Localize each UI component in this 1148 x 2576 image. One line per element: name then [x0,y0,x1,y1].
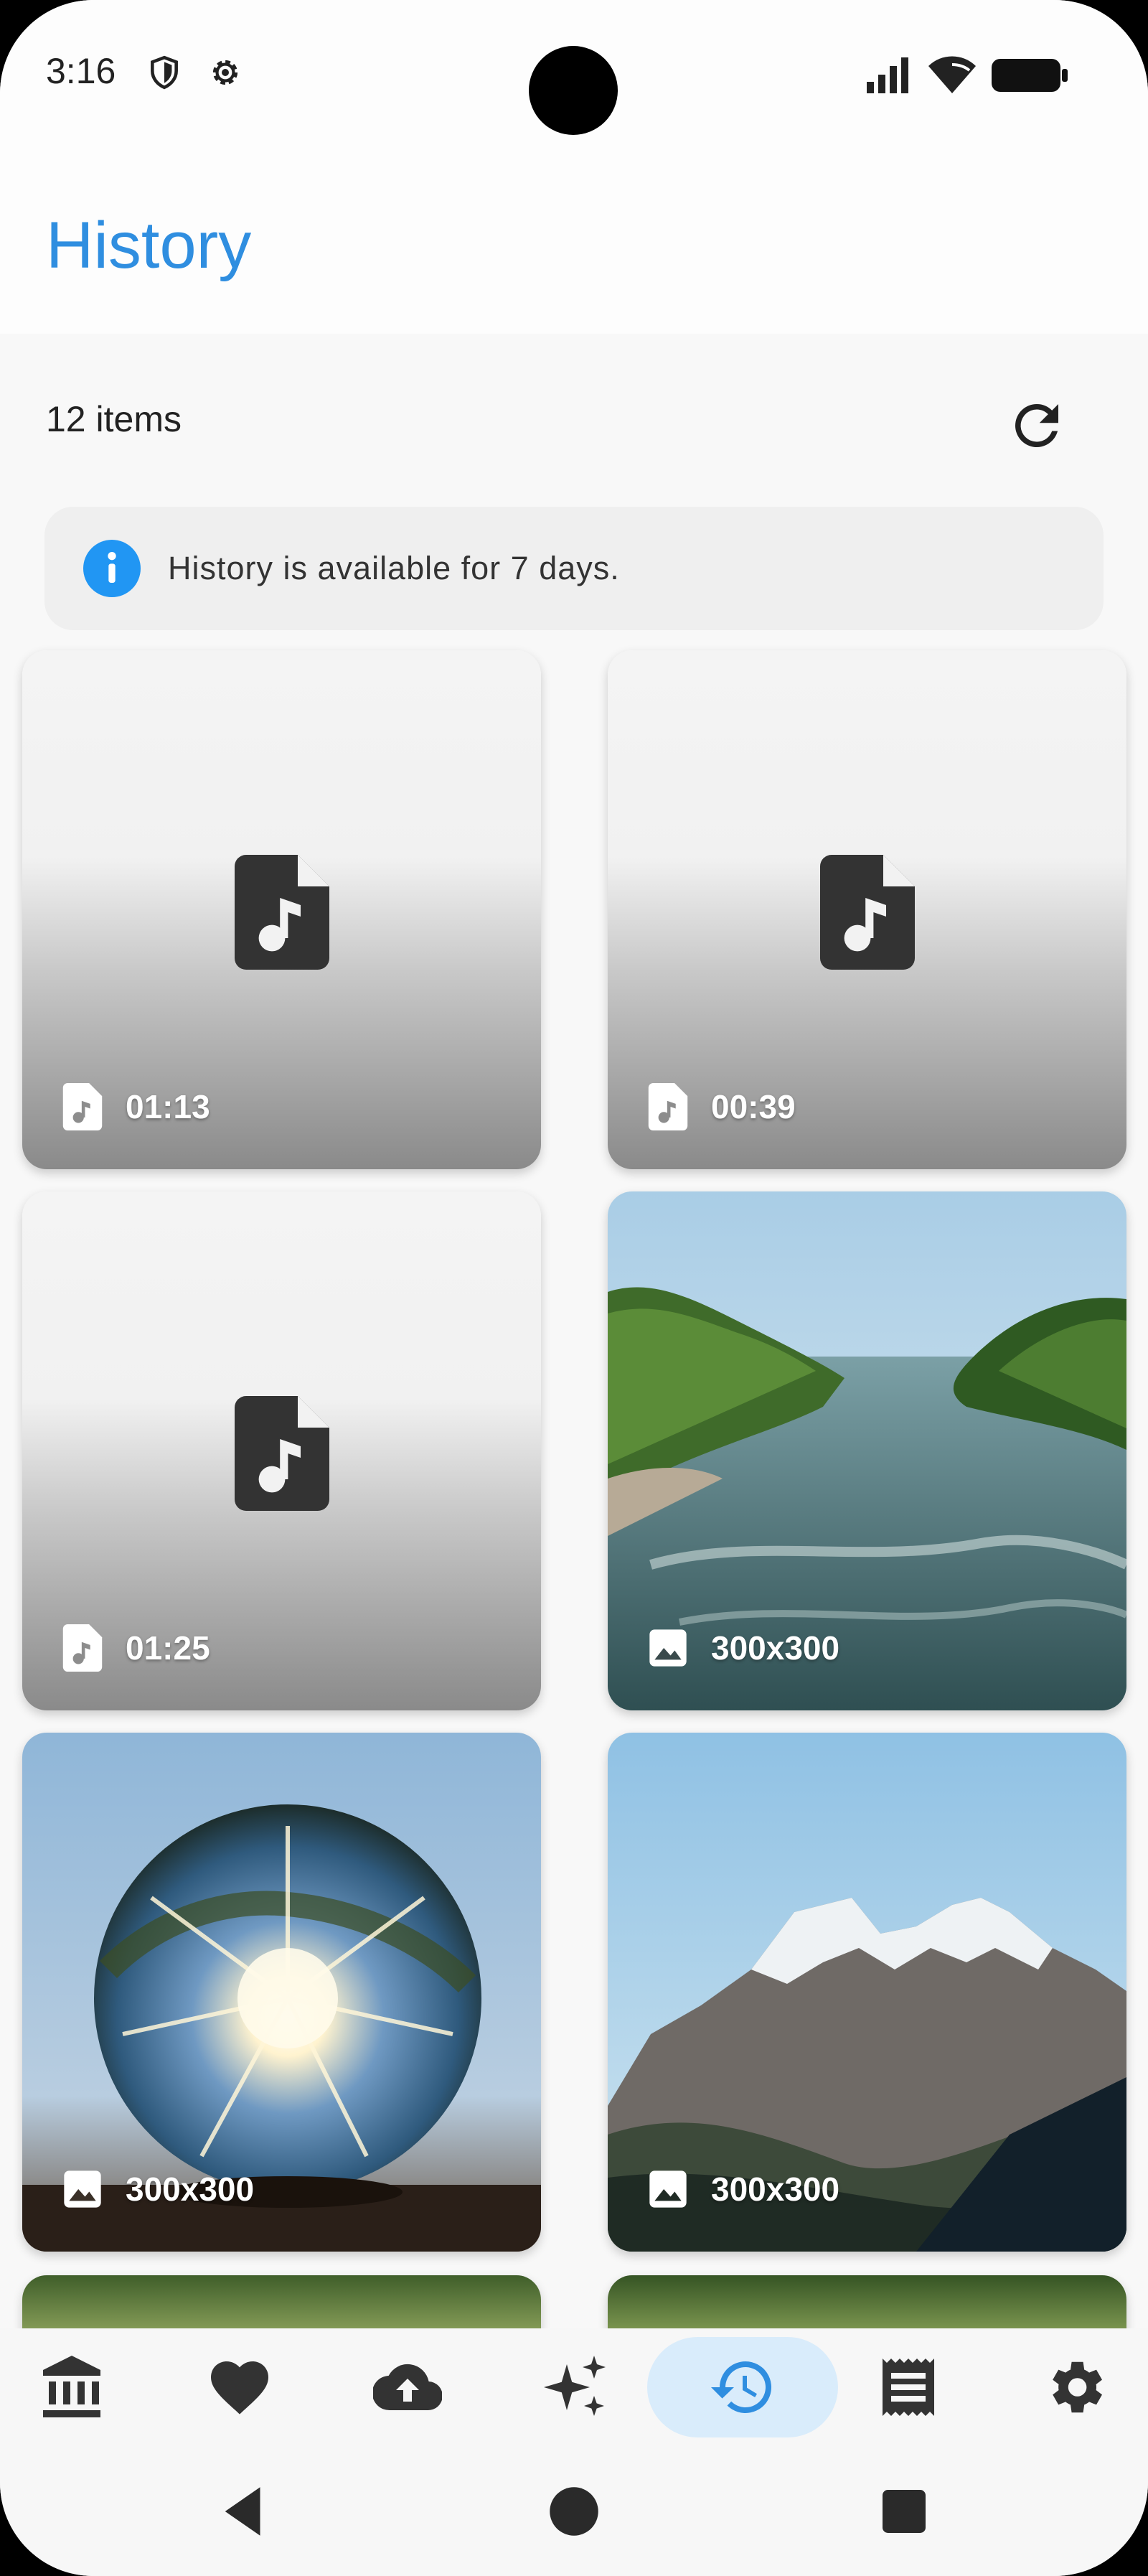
nav-favorites[interactable] [193,2344,286,2430]
item-meta: 01:25 [62,1623,210,1673]
nav-upload[interactable] [361,2344,454,2430]
audio-file-icon [62,1083,103,1130]
history-item-audio[interactable]: 00:39 [608,650,1126,1169]
nav-settings[interactable] [1028,2344,1121,2430]
item-duration: 01:13 [126,1088,210,1125]
history-item-image[interactable]: 300x300 [608,1191,1126,1710]
info-icon [83,540,141,597]
screen: 3:16 History 12 items History is availab… [0,0,1148,2576]
item-meta: 00:39 [648,1082,796,1132]
item-meta: 300x300 [62,2164,254,2214]
banner-text: History is available for 7 days. [168,550,620,586]
image-icon [649,2170,687,2208]
nav-bank[interactable] [25,2344,118,2430]
wifi-icon [928,56,976,93]
cloud-upload-icon [373,2364,442,2411]
item-dimensions: 300x300 [711,1629,840,1667]
item-meta: 300x300 [648,2164,839,2214]
recents-icon[interactable] [872,2479,936,2544]
battery-icon [992,59,1068,92]
history-item-audio[interactable]: 01:25 [22,1191,541,1710]
item-meta: 01:13 [62,1082,210,1132]
gear-icon [212,60,238,85]
audio-file-icon [820,855,915,970]
settings-icon [1053,2361,1102,2413]
info-banner: History is available for 7 days. [44,507,1104,630]
signal-icon [867,57,908,93]
page-title: History [46,209,252,282]
image-icon [64,2170,101,2208]
back-icon[interactable] [212,2479,276,2544]
status-bar: 3:16 [0,0,1148,151]
history-item-image[interactable]: 300x300 [22,1733,541,2252]
item-duration: 01:25 [126,1629,210,1667]
nav-history[interactable] [696,2344,789,2430]
app-bar: History [0,151,1148,334]
nav-receipts[interactable] [862,2344,955,2430]
home-icon[interactable] [542,2479,606,2544]
image-icon [649,1629,687,1667]
item-dimensions: 300x300 [126,2170,255,2208]
status-time: 3:16 [46,51,116,91]
heart-icon [211,2361,268,2415]
sparkles-icon [544,2356,606,2416]
item-count: 12 items [46,399,182,439]
bottom-nav [0,2328,1148,2450]
system-nav-bar [0,2450,1148,2576]
audio-file-icon [62,1624,103,1672]
receipt-icon [883,2359,934,2416]
item-dimensions: 300x300 [711,2170,840,2208]
nav-ai[interactable] [529,2344,622,2430]
item-meta: 300x300 [648,1623,839,1673]
bank-icon [43,2356,100,2417]
item-duration: 00:39 [711,1088,796,1125]
audio-file-icon [648,1083,688,1130]
audio-file-icon [235,855,329,970]
history-item-audio[interactable]: 01:13 [22,650,541,1169]
history-item-image[interactable]: 300x300 [608,1733,1126,2252]
shield-icon [151,55,178,90]
camera-cutout [529,46,618,135]
history-icon [711,2361,772,2413]
refresh-icon[interactable] [1004,393,1069,458]
audio-file-icon [235,1396,329,1511]
